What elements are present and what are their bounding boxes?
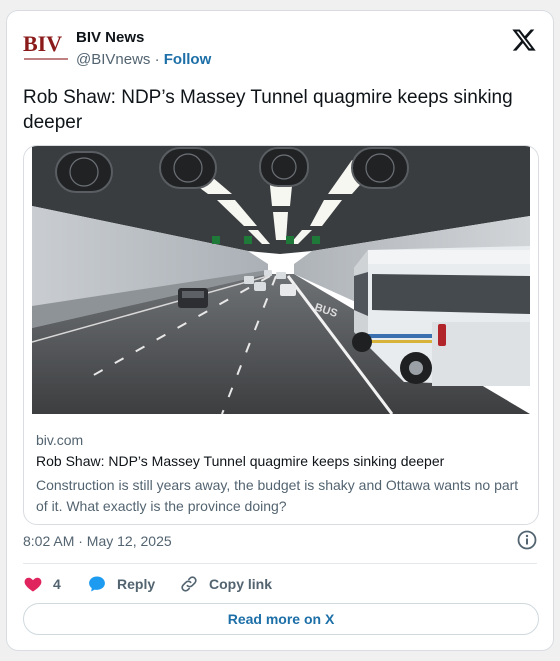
article-image: BUS: [32, 146, 530, 414]
reply-bubble-icon: [89, 576, 105, 592]
logo-tagline-bar: [24, 58, 68, 60]
author-handle[interactable]: @BIVnews: [76, 51, 150, 68]
biv-logo[interactable]: BIV: [23, 33, 69, 65]
copy-link-label: Copy link: [209, 576, 273, 592]
link-preview-card[interactable]: BUS biv.com Rob Shaw: NDP’s Massey Tunne…: [23, 145, 539, 525]
post-timestamp[interactable]: 8:02 AM · May 12, 2025: [23, 533, 172, 549]
action-bar: 4 Reply Copy link: [23, 571, 539, 595]
x-logo-icon[interactable]: [511, 27, 537, 53]
link-icon: [181, 576, 197, 592]
author-name[interactable]: BIV News: [76, 29, 144, 46]
reply-label: Reply: [117, 576, 156, 592]
link-title: Rob Shaw: NDP’s Massey Tunnel quagmire k…: [36, 453, 445, 469]
heart-icon: [24, 577, 42, 592]
author-handle-line: @BIVnews · Follow: [76, 51, 211, 68]
link-description: Construction is still years away, the bu…: [36, 477, 519, 514]
info-icon[interactable]: [517, 530, 537, 550]
read-more-button[interactable]: Read more on X: [23, 603, 539, 635]
post-text: Rob Shaw: NDP’s Massey Tunnel quagmire k…: [23, 87, 513, 133]
reply-button[interactable]: Reply: [87, 573, 155, 595]
divider: [23, 563, 537, 564]
like-count: 4: [53, 576, 61, 592]
like-button[interactable]: 4: [23, 573, 61, 595]
link-domain: biv.com: [36, 432, 84, 448]
post-header: BIV BIV News @BIVnews · Follow: [23, 27, 537, 71]
embedded-post-card: BIV BIV News @BIVnews · Follow Rob Shaw:…: [6, 10, 554, 651]
follow-button[interactable]: Follow: [164, 51, 212, 68]
handle-separator: ·: [154, 51, 160, 68]
copy-link-button[interactable]: Copy link: [179, 573, 272, 595]
logo-text: BIV: [23, 31, 63, 56]
